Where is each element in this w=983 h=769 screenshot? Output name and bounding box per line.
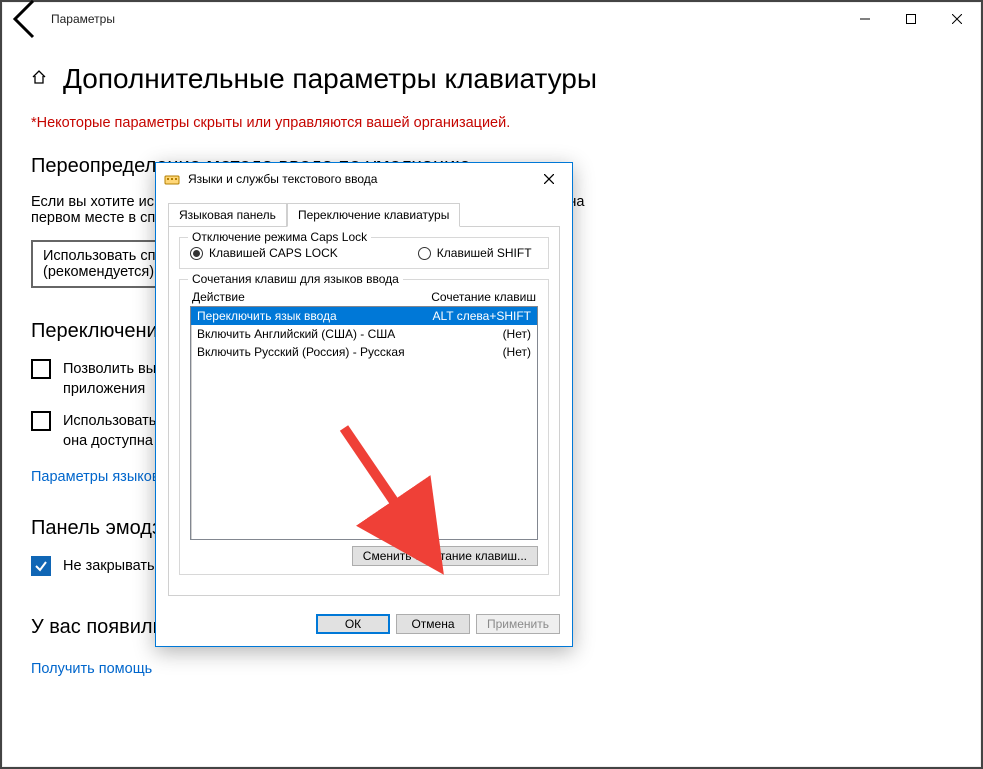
list-item-keys: (Нет) [503,327,531,341]
radio-icon [418,247,431,260]
radio-label: Клавишей CAPS LOCK [209,246,338,260]
radio-icon [190,247,203,260]
text-services-dialog: Языки и службы текстового ввода Языковая… [155,162,573,647]
maximize-button[interactable] [888,3,934,35]
list-item-action: Включить Русский (Россия) - Русская [197,345,405,359]
page-title: Дополнительные параметры клавиатуры [63,63,597,95]
change-hotkey-button[interactable]: Сменить сочетание клавиш... [352,546,538,566]
list-item[interactable]: Включить Английский (США) - США (Нет) [191,325,537,343]
checkbox-keep-emoji-panel[interactable] [31,556,51,576]
tab-keyboard-switch[interactable]: Переключение клавиатуры [287,203,460,227]
home-icon[interactable] [31,69,47,90]
radio-caps-shift[interactable]: Клавишей SHIFT [418,246,532,260]
minimize-button[interactable] [842,3,888,35]
back-button[interactable] [3,3,51,35]
group-capslock-legend: Отключение режима Caps Lock [188,230,371,244]
close-button[interactable] [934,3,980,35]
list-item-action: Включить Английский (США) - США [197,327,395,341]
dialog-titlebar: Языки и службы текстового ввода [156,163,572,195]
group-hotkeys-legend: Сочетания клавиш для языков ввода [188,272,403,286]
window-titlebar: Параметры [3,3,980,35]
col-keys: Сочетание клавиш [431,290,536,304]
dialog-title: Языки и службы текстового ввода [188,172,377,186]
list-item[interactable]: Переключить язык ввода ALT слева+SHIFT [191,307,537,325]
checkbox-desktop-lang-bar[interactable] [31,411,51,431]
apply-button[interactable]: Применить [476,614,560,634]
dialog-close-button[interactable] [534,167,564,191]
cancel-button[interactable]: Отмена [396,614,470,634]
list-item-keys: ALT слева+SHIFT [433,309,532,323]
radio-label: Клавишей SHIFT [437,246,532,260]
keyboard-icon [164,171,180,187]
group-input-hotkeys: Сочетания клавиш для языков ввода Действ… [179,279,549,575]
window-title: Параметры [51,12,115,26]
list-item[interactable]: Включить Русский (Россия) - Русская (Нет… [191,343,537,361]
col-action: Действие [192,290,245,304]
radio-caps-caps[interactable]: Клавишей CAPS LOCK [190,246,338,260]
tab-language-panel[interactable]: Языковая панель [168,203,287,226]
get-help-link[interactable]: Получить помощь [31,661,152,677]
list-item-keys: (Нет) [503,345,531,359]
list-item-action: Переключить язык ввода [197,309,337,323]
policy-warning: *Некоторые параметры скрыты или управляю… [31,115,952,131]
group-capslock-off: Отключение режима Caps Lock Клавишей CAP… [179,237,549,269]
hotkey-listbox[interactable]: Переключить язык ввода ALT слева+SHIFT В… [190,306,538,540]
ok-button[interactable]: ОК [316,614,390,634]
checkbox-per-app-input[interactable] [31,359,51,379]
